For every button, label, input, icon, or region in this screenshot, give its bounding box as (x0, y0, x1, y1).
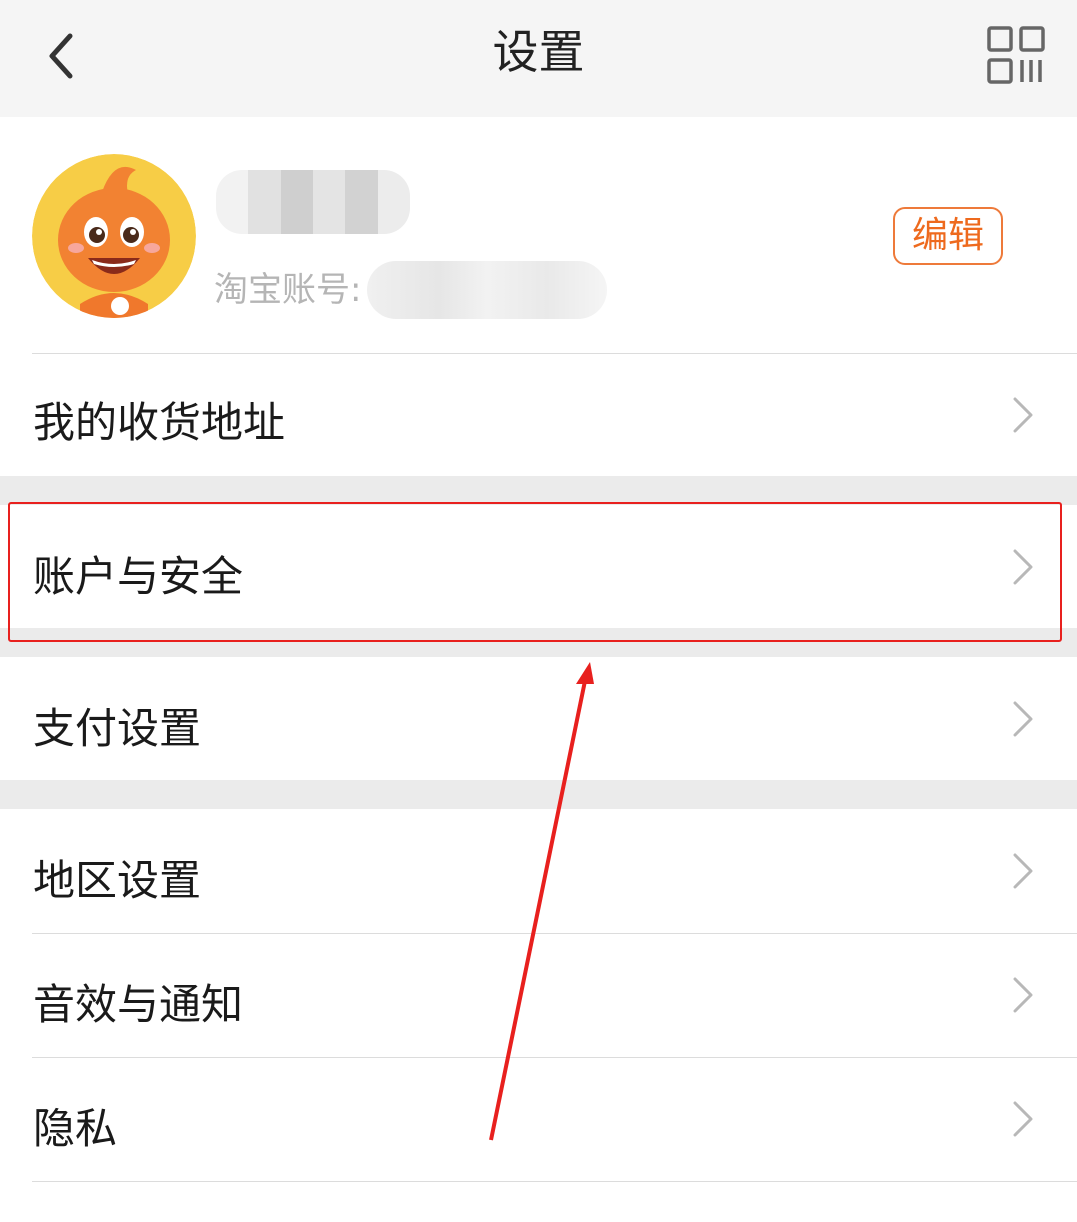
menu-item-label: 支付设置 (33, 704, 202, 753)
chevron-right-icon (1013, 549, 1033, 585)
nickname-redacted (216, 170, 410, 234)
divider (32, 1057, 1077, 1058)
top-bar: 设置 (0, 0, 1077, 117)
menu-item-privacy[interactable]: 隐私 (0, 1057, 1077, 1181)
divider (32, 1181, 1077, 1182)
menu-item-label: 音效与通知 (33, 980, 244, 1029)
avatar (32, 154, 196, 318)
menu-item-sound-notifications[interactable]: 音效与通知 (0, 933, 1077, 1057)
divider (32, 353, 1077, 354)
menu-item-account-security[interactable]: 账户与安全 (0, 505, 1077, 628)
menu-item-region[interactable]: 地区设置 (0, 809, 1077, 933)
menu-item-label: 地区设置 (33, 856, 202, 905)
settings-page: 设置 淘宝账号: 编辑 我的收货地址 账户与安全 支付设置 地区设置 音效与通知… (0, 0, 1077, 1222)
chevron-right-icon (1013, 1101, 1033, 1137)
menu-item-label: 我的收货地址 (33, 398, 286, 447)
account-id-redacted (367, 261, 608, 319)
qr-code-button[interactable] (983, 22, 1049, 88)
menu-item-address[interactable]: 我的收货地址 (0, 353, 1077, 476)
chevron-right-icon (1013, 853, 1033, 889)
account-label: 淘宝账号: (214, 270, 362, 310)
menu-item-label: 账户与安全 (33, 552, 244, 601)
edit-profile-button[interactable]: 编辑 (893, 207, 1003, 265)
account-info: 淘宝账号: (214, 261, 608, 319)
divider (32, 933, 1077, 934)
menu-item-payment[interactable]: 支付设置 (0, 657, 1077, 780)
menu-item-partial[interactable] (0, 1181, 1077, 1222)
qr-code-icon (987, 26, 1045, 84)
profile-card[interactable]: 淘宝账号: 编辑 (0, 117, 1077, 353)
mascot-avatar-icon (32, 154, 196, 318)
chevron-right-icon (1013, 977, 1033, 1013)
chevron-right-icon (1013, 701, 1033, 737)
menu-item-label: 隐私 (33, 1104, 118, 1153)
page-title: 设置 (492, 25, 585, 79)
chevron-right-icon (1013, 397, 1033, 433)
